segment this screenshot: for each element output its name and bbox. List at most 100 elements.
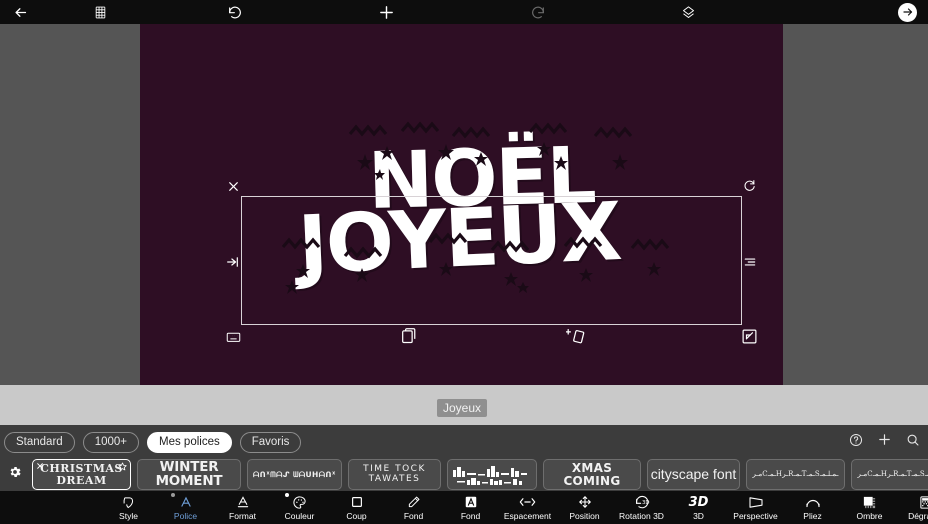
skyline-icon xyxy=(453,465,527,485)
fit-width-handle[interactable] xyxy=(224,257,240,271)
tool-fond-pen[interactable]: Fond xyxy=(385,491,442,524)
rotate-icon xyxy=(743,179,756,197)
gradient-icon xyxy=(919,494,928,510)
undo-button[interactable] xyxy=(160,4,310,20)
font-card-cityscape-preview[interactable] xyxy=(447,459,537,490)
font-card-label: cityscape font xyxy=(650,466,737,483)
shadow-icon xyxy=(862,494,877,510)
tool-couleur[interactable]: Couleur xyxy=(271,491,328,524)
font-card-cityscape-font[interactable]: cityscape font xyxy=(647,459,740,490)
help-icon[interactable] xyxy=(849,433,863,452)
bottom-toolbar: Style Police Format Couleur Coup Fond Fo… xyxy=(0,491,928,524)
tool-label: Fond xyxy=(403,511,424,521)
tool-coup[interactable]: Coup xyxy=(328,491,385,524)
tab-favoris[interactable]: Favoris xyxy=(239,431,302,453)
font-card-arabic-1[interactable]: مـرCـمـHـرRـمـTـمـSـمـلـمـ xyxy=(746,459,845,490)
tool-label: Format xyxy=(229,511,256,521)
font-panel-actions xyxy=(849,431,920,453)
font-card-label: مـرCـمـHـرRـمـTـمـSـمـلـمـ xyxy=(752,469,839,478)
add-copy-icon xyxy=(564,327,585,349)
font-card-xmas-coming[interactable]: XMAS COMING xyxy=(543,459,641,490)
tool-label: Police xyxy=(173,511,198,521)
font-card-symbol[interactable]: ᗩᑎᕽᗰᗩᔑ ᗯᗩᑌᕼᗩᑎᕽ xyxy=(247,459,342,490)
font-card-label: WINTER MOMENT xyxy=(155,459,223,489)
spacing-icon xyxy=(519,494,536,510)
layers-button[interactable] xyxy=(613,5,763,20)
plus-icon xyxy=(378,4,395,21)
tool-label: Pliez xyxy=(803,511,822,521)
add-element-button[interactable] xyxy=(310,4,463,21)
next-button[interactable] xyxy=(763,2,928,22)
keyboard-handle[interactable] xyxy=(225,332,241,346)
tool-position[interactable]: Position xyxy=(556,491,613,524)
3d-text-icon: 3D xyxy=(688,494,709,510)
tool-label: Position xyxy=(569,511,600,521)
grid-button[interactable] xyxy=(40,6,160,19)
square-icon xyxy=(350,494,364,510)
font-card-label: XMAS COMING xyxy=(563,461,621,488)
tool-espacement[interactable]: Espacement xyxy=(499,491,556,524)
grid-icon xyxy=(94,6,107,19)
font-card-label: ᗩᑎᕽᗰᗩᔑ ᗯᗩᑌᕼᗩᑎᕽ xyxy=(252,469,337,479)
format-a-icon xyxy=(236,494,250,510)
text-editor-app: NOËL JOYEUX Joyeux Standard 1000+ Mes po… xyxy=(0,0,928,524)
tool-label: Rotation 3D xyxy=(619,511,664,521)
style-icon xyxy=(121,494,136,510)
tab-mes-polices[interactable]: Mes polices xyxy=(147,431,232,453)
rotate-handle[interactable] xyxy=(742,179,756,197)
font-card-winter-moment[interactable]: WINTER MOMENT xyxy=(137,459,241,490)
search-icon[interactable] xyxy=(906,433,920,452)
tool-label: 3D xyxy=(693,511,704,521)
delete-handle[interactable] xyxy=(226,182,240,196)
back-button[interactable] xyxy=(0,5,40,20)
tool-fond-boxed[interactable]: Fond xyxy=(442,491,499,524)
plus-icon[interactable] xyxy=(877,432,892,452)
font-card-arabic-2[interactable]: مـرCـمـHـرRـمـTـمـSـمـلـمـ xyxy=(851,459,928,490)
tool-label: Perspective xyxy=(733,511,778,521)
font-list[interactable]: CHRISTMAS DREAM WINTER MOMENT ᗩᑎᕽᗰᗩᔑ ᗯᗩᑌ… xyxy=(0,458,928,491)
tool-perspective[interactable]: Perspective xyxy=(727,491,784,524)
font-category-tabs: Standard 1000+ Mes polices Favoris xyxy=(4,431,924,453)
tab-1000plus[interactable]: 1000+ xyxy=(82,431,139,453)
tool-degrades[interactable]: Dégradés xyxy=(898,491,928,524)
tool-label: Style xyxy=(119,511,138,521)
perspective-icon xyxy=(748,494,764,510)
editor-stage[interactable]: NOËL JOYEUX xyxy=(0,24,928,385)
font-card-tick-tock[interactable]: TIME TOCK TAWATES xyxy=(348,459,441,490)
selection-bounding-box[interactable] xyxy=(241,196,742,325)
align-handle[interactable] xyxy=(742,257,758,271)
add-copy-handle[interactable] xyxy=(564,327,585,349)
redo-button[interactable] xyxy=(463,4,613,20)
tool-ombre[interactable]: Ombre xyxy=(841,491,898,524)
remove-font-icon[interactable] xyxy=(36,462,44,471)
tool-style[interactable]: Style xyxy=(100,491,157,524)
palette-icon xyxy=(292,494,307,510)
modified-dot xyxy=(285,493,289,497)
tool-3d[interactable]: 3D 3D xyxy=(670,491,727,524)
font-a-icon xyxy=(179,494,193,510)
arrow-left-icon xyxy=(13,5,28,20)
close-x-icon xyxy=(227,180,240,198)
tool-label: Couleur xyxy=(284,511,315,521)
bend-arc-icon xyxy=(805,494,821,510)
top-toolbar xyxy=(0,0,928,24)
boxed-a-icon xyxy=(464,494,478,510)
text-chip[interactable]: Joyeux xyxy=(437,399,488,417)
resize-handle[interactable] xyxy=(741,329,757,349)
svg-text:3D: 3D xyxy=(642,500,650,506)
redo-icon xyxy=(530,4,546,20)
duplicate-handle[interactable] xyxy=(400,328,416,347)
tool-label: Dégradés xyxy=(908,511,928,521)
tool-police[interactable]: Police xyxy=(157,491,214,524)
favorite-font-icon[interactable] xyxy=(118,462,127,472)
tab-standard[interactable]: Standard xyxy=(4,431,75,453)
font-settings-button[interactable] xyxy=(4,465,26,484)
resize-corner-icon xyxy=(742,329,757,349)
font-card-christmas-dream[interactable]: CHRISTMAS DREAM xyxy=(32,459,131,490)
tool-rotation-3d[interactable]: 3D Rotation 3D xyxy=(613,491,670,524)
tool-pliez[interactable]: Pliez xyxy=(784,491,841,524)
font-card-label: TIME TOCK TAWATES xyxy=(363,464,426,484)
tool-format[interactable]: Format xyxy=(214,491,271,524)
tool-label: Ombre xyxy=(856,511,883,521)
modified-dot xyxy=(171,493,175,497)
